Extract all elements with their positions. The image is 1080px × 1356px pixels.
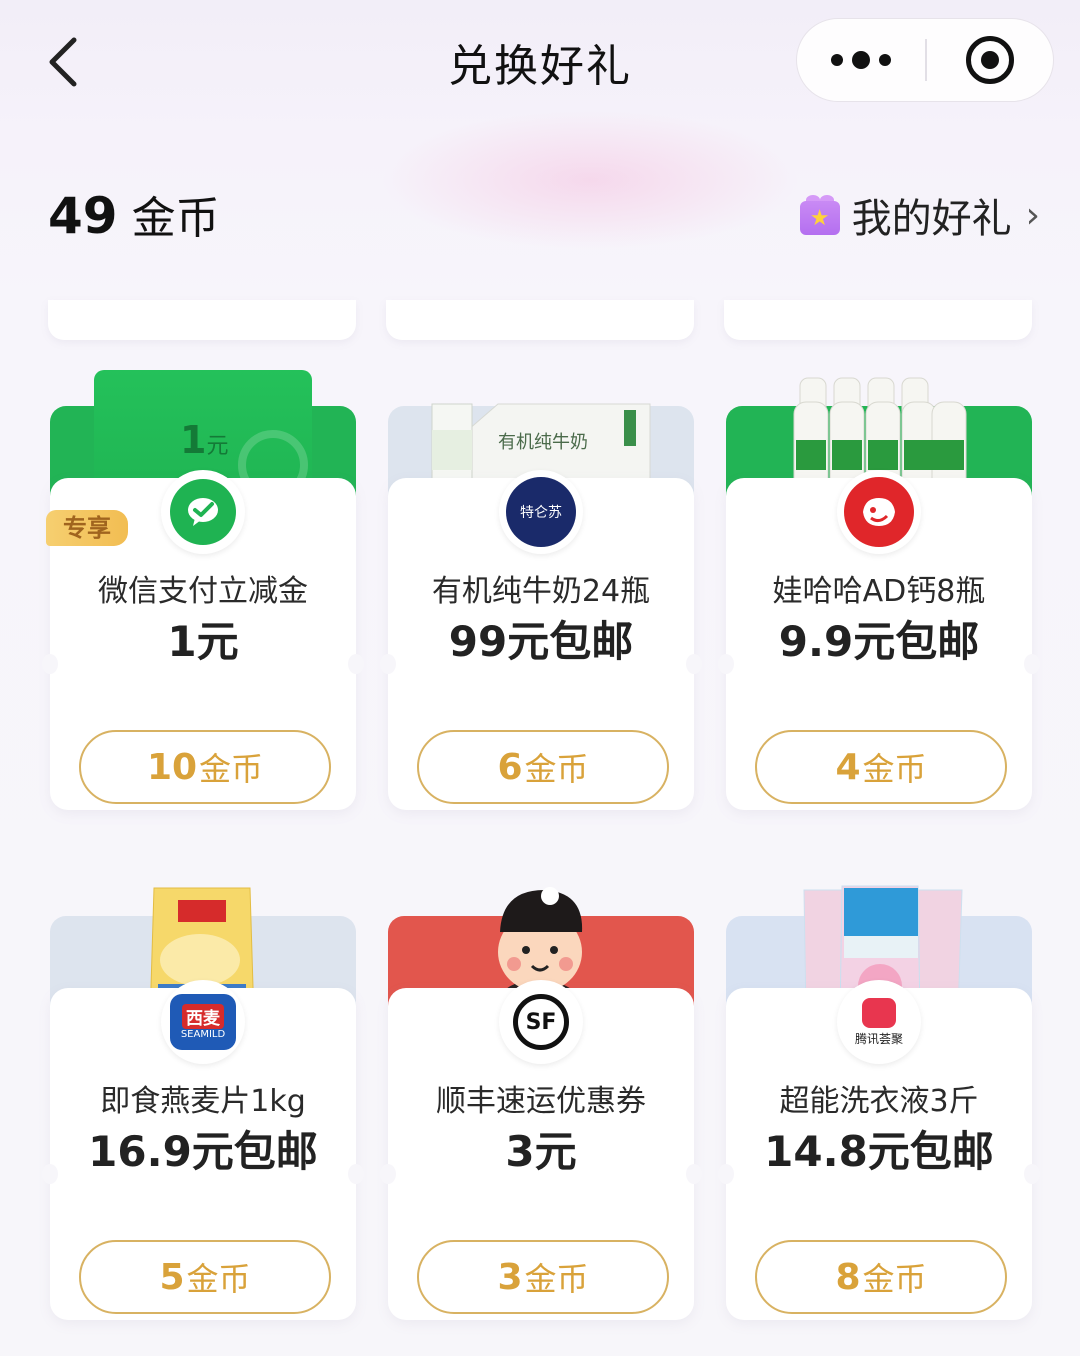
logo-subtext: SEAMILD [180,1029,226,1040]
more-dots-icon [831,54,843,66]
coin-cost-unit: 金币 [862,750,927,788]
product-card[interactable]: 1元 专享 微信支付立减金 1元 10 金币 [42,370,364,810]
coin-cost-unit: 金币 [199,750,264,788]
product-card[interactable]: 有机纯牛奶 特仑苏 有机纯牛奶24瓶 99元包邮 6 金币 [380,370,702,810]
close-mini-program-button[interactable] [927,19,1053,101]
redeem-button[interactable]: 10 金币 [79,730,331,804]
redeem-button[interactable]: 5 金币 [79,1240,331,1314]
product-name: 娃哈哈AD钙8瓶 [772,574,986,609]
logo-text: 特仑苏 [520,505,562,521]
card-stub [48,300,356,340]
coin-cost: 4 [835,746,861,788]
coin-amount: 49 [48,187,118,245]
voucher-amount: 1 [180,418,207,462]
product-price: 9.9元包邮 [778,617,980,666]
product-name: 有机纯牛奶24瓶 [431,574,651,609]
product-card[interactable]: 娃哈哈AD钙8瓶 9.9元包邮 4 金币 [718,370,1040,810]
more-dots-icon-center [852,51,870,69]
product-card[interactable]: 西麦 SEAMILD 即食燕麦片1kg 16.9元包邮 5 金币 [42,880,364,1320]
redeem-button[interactable]: 6 金币 [417,730,669,804]
coin-cost-unit: 金币 [186,1260,251,1298]
coin-balance: 49 金币 [48,182,220,246]
product-name: 即食燕麦片1kg [100,1084,306,1119]
product-name: 顺丰速运优惠券 [436,1084,646,1119]
coin-cost: 5 [159,1256,185,1298]
gift-box-icon: ★ [799,195,840,235]
logo-text: 腾讯荟聚 [854,1031,903,1046]
logo-text: SF [525,1009,557,1035]
logo-text: 西麦 [182,1004,224,1029]
mini-program-capsule [796,18,1054,102]
product-price: 1元 [167,617,239,666]
seamild-logo: 西麦 SEAMILD [161,980,245,1064]
product-name: 超能洗衣液3斤 [779,1084,979,1119]
tencent-huiju-logo: 腾讯荟聚 [837,980,921,1064]
wechat-pay-icon [161,470,245,554]
coin-cost: 8 [835,1256,861,1298]
card-stub [386,300,694,340]
telunsu-logo: 特仑苏 [499,470,583,554]
product-price: 3元 [505,1127,577,1176]
target-close-icon [966,36,1014,84]
product-price: 99元包邮 [448,617,634,666]
product-card[interactable]: SF 顺丰速运优惠券 3元 3 金币 [380,880,702,1320]
header-background-glow [380,110,800,250]
product-price: 14.8元包邮 [764,1127,994,1176]
coin-unit: 金币 [131,193,220,244]
my-gifts-label: 我的好礼 [851,196,1012,242]
sf-logo: SF [499,980,583,1064]
svg-text:有机纯牛奶: 有机纯牛奶 [498,432,588,453]
voucher-unit: 元 [206,434,229,459]
more-button[interactable] [797,19,925,101]
exclusive-badge: 专享 [46,510,128,546]
coin-cost: 6 [497,746,523,788]
redeem-button[interactable]: 3 金币 [417,1240,669,1314]
coin-cost-unit: 金币 [524,1260,589,1298]
jd-logo [837,470,921,554]
card-stub [724,300,1032,340]
product-price: 16.9元包邮 [88,1127,318,1176]
product-name: 微信支付立减金 [98,574,308,609]
more-dots-icon-right [879,54,891,66]
coin-cost: 10 [146,746,198,788]
redeem-button[interactable]: 4 金币 [755,730,1007,804]
chevron-right-icon: › [1025,194,1040,236]
coin-cost-unit: 金币 [862,1260,927,1298]
product-card[interactable]: 腾讯荟聚 超能洗衣液3斤 14.8元包邮 8 金币 [718,880,1040,1320]
coin-cost: 3 [497,1256,523,1298]
redeem-button[interactable]: 8 金币 [755,1240,1007,1314]
coin-cost-unit: 金币 [524,750,589,788]
my-gifts-link[interactable]: ★ 我的好礼 › [799,186,1040,244]
